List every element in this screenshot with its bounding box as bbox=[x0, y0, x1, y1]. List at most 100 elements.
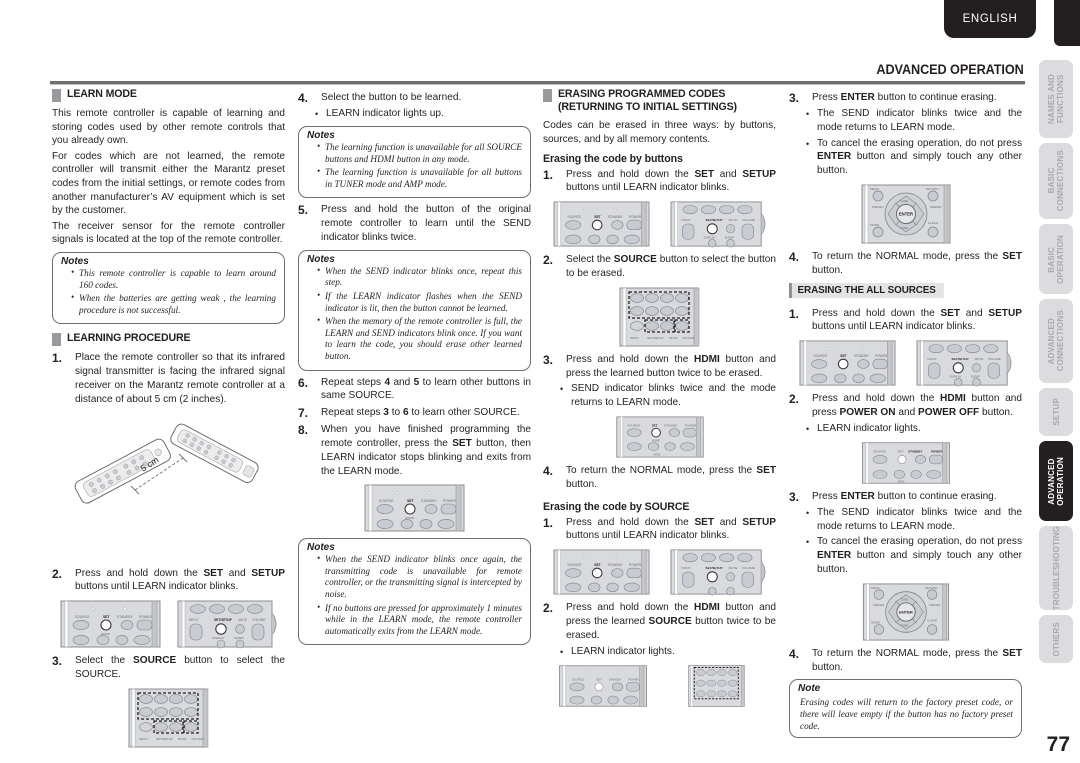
svg-text:SOURCE: SOURCE bbox=[813, 354, 828, 358]
erase-all-step-3: 3. Press ENTER button to continue erasin… bbox=[789, 490, 1022, 504]
step-number: 3. bbox=[543, 352, 554, 367]
tab-troubleshooting[interactable]: TROUBLESHOOTING bbox=[1039, 526, 1073, 610]
erase-source-step-1: 1. Press and hold down the SET and SETUP… bbox=[543, 516, 776, 544]
svg-text:VOLUME: VOLUME bbox=[742, 566, 755, 570]
svg-text:POWER: POWER bbox=[684, 423, 695, 427]
bullet-text: The SEND indicator blinks twice and the … bbox=[817, 108, 1022, 133]
bullet-item: • The SEND indicator blinks twice and th… bbox=[806, 107, 1022, 135]
svg-text:INPUT: INPUT bbox=[681, 218, 690, 222]
step-number: 1. bbox=[52, 351, 63, 366]
svg-text:POWER: POWER bbox=[628, 215, 641, 219]
svg-text:POWER: POWER bbox=[931, 449, 943, 453]
svg-text:POWER: POWER bbox=[628, 677, 639, 681]
svg-text:SET: SET bbox=[840, 354, 846, 358]
svg-text:INPUT: INPUT bbox=[189, 618, 199, 622]
figure-power-buttons: SOURCE SET STANDBY POWER HDMI bbox=[789, 441, 1022, 485]
tab-basic-operation[interactable]: BASIC OPERATION bbox=[1039, 224, 1073, 294]
svg-text:MUTE: MUTE bbox=[669, 336, 678, 340]
heading-square-icon bbox=[543, 89, 552, 102]
step-text: Press and hold down the HDMI button and … bbox=[566, 353, 776, 379]
tab-basic-connections[interactable]: BASIC CONNECTIONS bbox=[1039, 143, 1073, 219]
bullet-item: • To cancel the erasing operation, do no… bbox=[806, 535, 1022, 576]
svg-text:TUNE: TUNE bbox=[900, 623, 908, 627]
svg-text:HOME: HOME bbox=[651, 438, 659, 442]
step-number: 4. bbox=[789, 249, 800, 264]
erasing-intro: Codes can be erased in three ways: by bu… bbox=[543, 120, 776, 145]
svg-text:SET/SETUP: SET/SETUP bbox=[647, 336, 664, 340]
step-number: 1. bbox=[543, 515, 554, 530]
remote-detail-set: SOURCE SET STANDBY POWER HOME bbox=[60, 600, 160, 648]
note-item: When the batteries are getting weak , th… bbox=[71, 292, 276, 316]
figure-enter-pad-b: ENTER MENU RETURN TUNE TUNE PRESET PRESET M… bbox=[789, 582, 1022, 642]
figure-set-setup-pair-a: SOURCE SET STANDBY POWER INPUT SET/SETUP… bbox=[543, 200, 776, 248]
learn-mode-paragraph-3: The receiver sensor for the remote contr… bbox=[52, 220, 285, 246]
step-text: Repeat steps 4 and 5 to learn other butt… bbox=[321, 376, 531, 402]
svg-text:INPUT: INPUT bbox=[681, 566, 690, 570]
bullet-text: To cancel the erasing operation, do not … bbox=[817, 137, 1022, 177]
tab-names-and-functions[interactable]: NAMES AND FUNCTIONS bbox=[1039, 60, 1073, 138]
bullet-text: The SEND indicator blinks twice and the … bbox=[817, 506, 1022, 532]
step-text: Press and hold down the SET and SETUP bu… bbox=[566, 516, 776, 542]
tab-advanced-connections[interactable]: ADVANCED CONNECTIONS bbox=[1039, 299, 1073, 383]
step-text: Press ENTER button to continue erasing. bbox=[812, 490, 997, 502]
note-item: The learning function is unavailable for… bbox=[317, 166, 522, 190]
figure-remote-distance: 5 cm bbox=[52, 412, 285, 562]
svg-text:SOURCE: SOURCE bbox=[379, 499, 394, 503]
subheading-erase-by-source: Erasing the code by SOURCE bbox=[543, 500, 690, 513]
svg-text:SET: SET bbox=[897, 449, 903, 453]
bullet-dot-icon: • bbox=[806, 507, 810, 518]
bullet-text: SEND indicator blinks twice and the mode… bbox=[571, 383, 776, 409]
svg-text:PRESET: PRESET bbox=[930, 205, 942, 209]
svg-text:STANDBY: STANDBY bbox=[908, 449, 922, 453]
notes-label: Notes bbox=[307, 542, 335, 554]
heading-square-icon bbox=[52, 333, 61, 347]
tab-setup[interactable]: SETUP bbox=[1039, 388, 1073, 436]
step-text: Press and hold down the SET and SETUP bu… bbox=[566, 168, 776, 194]
tab-advanced-operation[interactable]: ADVANCED OPERATION bbox=[1039, 441, 1073, 521]
erase-buttons-step-2: 2. Select the SOURCE button to select th… bbox=[543, 253, 776, 281]
erase-source-step-4: 4. To return the NORMAL mode, press the … bbox=[789, 250, 1022, 278]
note-label: Note bbox=[798, 683, 821, 695]
learn-mode-paragraph-1: This remote controller is capable of lea… bbox=[52, 108, 285, 147]
step-number: 2. bbox=[789, 392, 800, 407]
note-text: Erasing codes will return to the factory… bbox=[800, 697, 1013, 731]
svg-text:STANDBY: STANDBY bbox=[421, 499, 438, 503]
step-number: 3. bbox=[789, 489, 800, 504]
bullet-text: LEARN indicator lights. bbox=[817, 422, 921, 434]
step-number: 4. bbox=[298, 91, 309, 105]
bullet-dot-icon: • bbox=[806, 109, 810, 119]
svg-text:MENU: MENU bbox=[871, 586, 880, 590]
step-text: Select the SOURCE button to select the S… bbox=[75, 655, 285, 680]
figure-source-buttons: INPUT SET/SETUP MUTE VOLUME bbox=[52, 687, 285, 749]
svg-text:STANDBY: STANDBY bbox=[853, 354, 869, 358]
column-four: 3. Press ENTER button to continue erasin… bbox=[789, 88, 1022, 743]
bullet-item: • LEARN indicator lights up. bbox=[315, 107, 531, 121]
tab-others[interactable]: OTHERS bbox=[1039, 615, 1073, 663]
figure-hdmi-source-pair: SOURCE SET STANDBY POWER bbox=[543, 664, 776, 708]
enter-button-label: ENTER bbox=[899, 609, 913, 614]
svg-text:SET: SET bbox=[596, 677, 602, 681]
notes-box-send-indicator: Notes When the SEND indicator blinks onc… bbox=[298, 249, 531, 371]
step-number: 5. bbox=[298, 203, 309, 218]
svg-text:SET/SETUP: SET/SETUP bbox=[214, 618, 233, 622]
bullet-item: • LEARN indicator lights. bbox=[806, 422, 1022, 436]
step-text: To return the NORMAL mode, press the SET… bbox=[812, 250, 1022, 276]
bullet-text: LEARN indicator lights. bbox=[571, 645, 675, 657]
language-badge: ENGLISH bbox=[944, 0, 1036, 38]
step-text: Select the button to be learned. bbox=[321, 92, 462, 103]
svg-text:SET: SET bbox=[651, 423, 657, 427]
step-text: Press and hold down the HDMI button and … bbox=[566, 602, 776, 641]
svg-text:SOURCE: SOURCE bbox=[873, 449, 886, 453]
svg-text:SLEEP: SLEEP bbox=[234, 636, 244, 640]
step-number: 2. bbox=[543, 253, 554, 268]
svg-text:SET/SETUP: SET/SETUP bbox=[156, 737, 173, 741]
bullet-dot-icon: • bbox=[560, 384, 564, 395]
section-heading-learn-mode: LEARN MODE bbox=[52, 88, 285, 102]
step-4: 4. Select the button to be learned. bbox=[298, 91, 531, 105]
section-heading-label: ERASING PROGRAMMED CODES (RETURNING TO I… bbox=[558, 88, 737, 114]
svg-text:DISPLAY: DISPLAY bbox=[949, 375, 961, 379]
bullet-dot-icon: • bbox=[806, 537, 810, 548]
note-item: If the LEARN indicator flashes when the … bbox=[317, 290, 522, 314]
svg-text:RETURN: RETURN bbox=[925, 586, 937, 590]
step-2: 2. Press and hold down the SET and SETUP… bbox=[52, 567, 285, 595]
